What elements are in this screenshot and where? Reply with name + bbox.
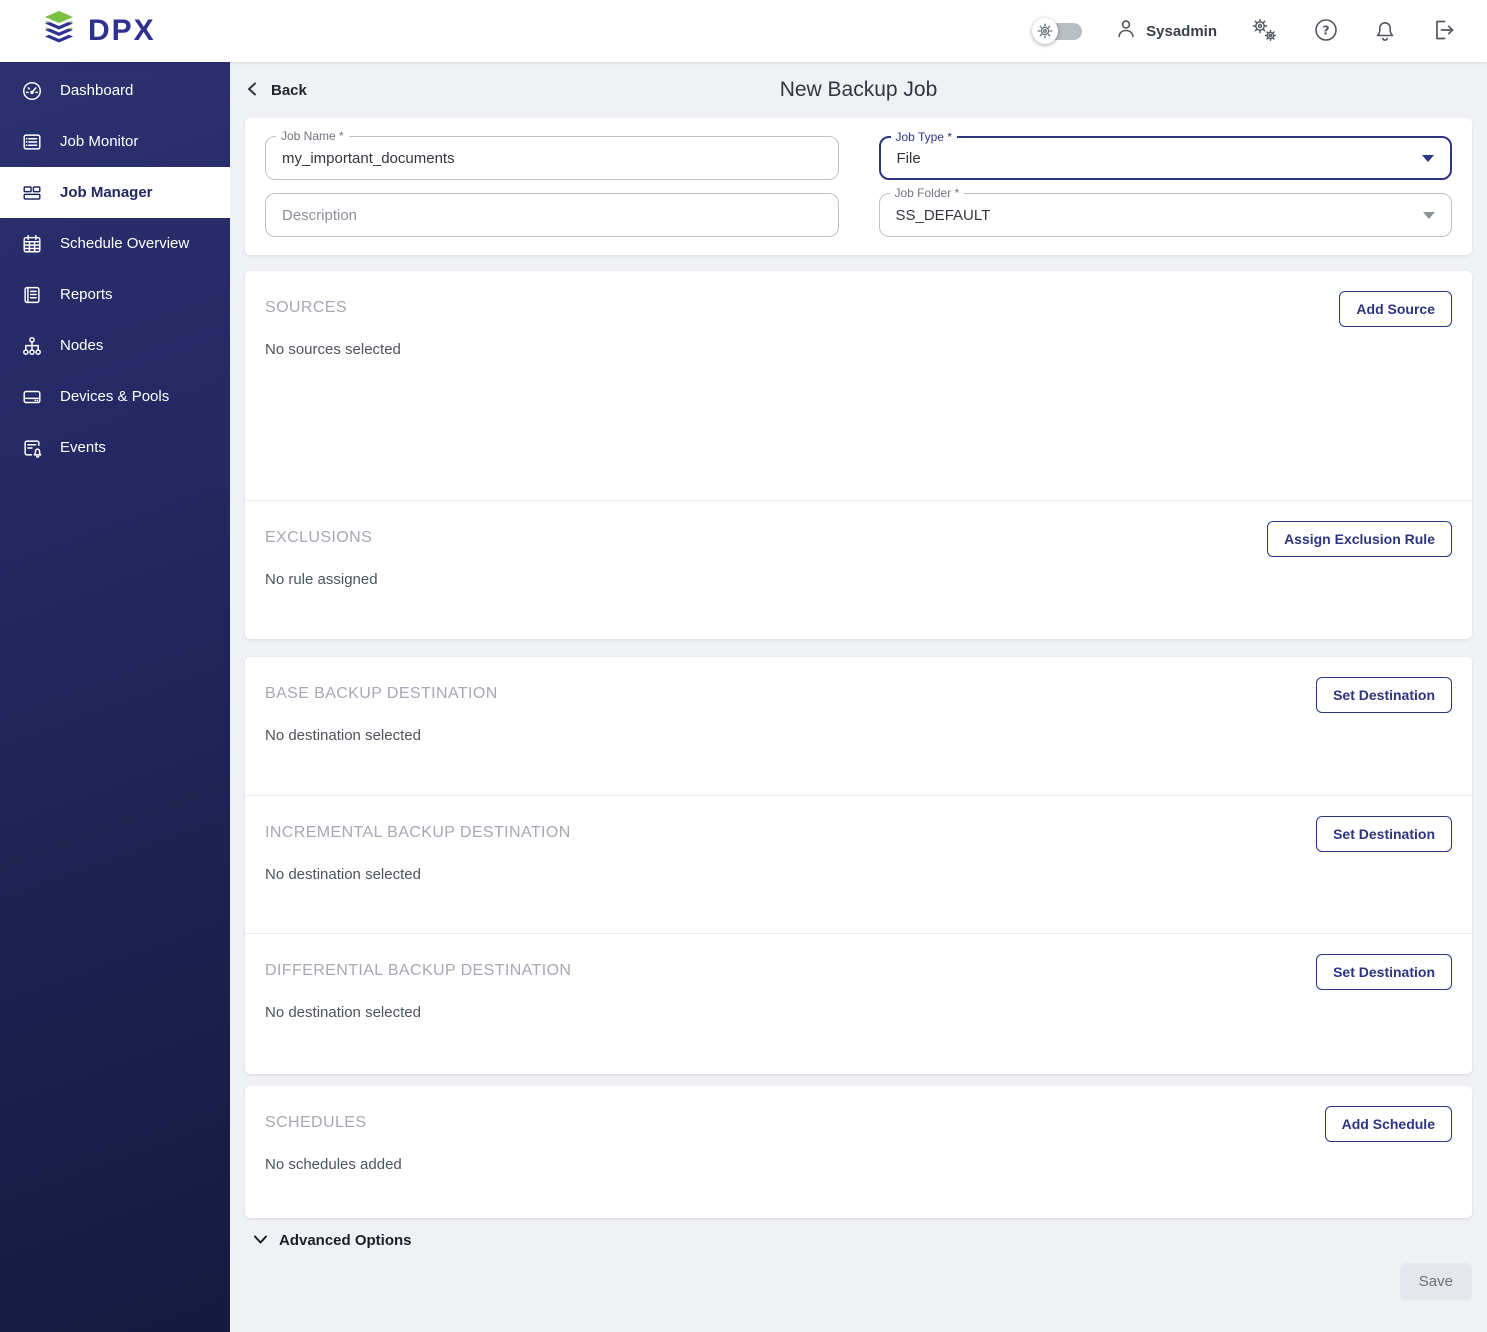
- set-differential-destination-button[interactable]: Set Destination: [1316, 954, 1452, 990]
- sidebar: Dashboard Job Monitor Job Manager Schedu…: [0, 62, 230, 1332]
- incremental-destination-title: INCREMENTAL BACKUP DESTINATION: [265, 824, 571, 841]
- sidebar-item-events[interactable]: Events: [0, 422, 230, 473]
- sidebar-item-label: Nodes: [60, 337, 104, 354]
- sidebar-item-nodes[interactable]: Nodes: [0, 320, 230, 371]
- job-details-card: Job Name * Job Type * File Job Folder * …: [245, 118, 1472, 255]
- user-menu[interactable]: Sysadmin: [1114, 17, 1217, 46]
- exclusions-empty-text: No rule assigned: [265, 571, 378, 588]
- differential-destination-empty-text: No destination selected: [265, 1004, 421, 1021]
- job-type-label: Job Type *: [890, 130, 957, 144]
- sidebar-item-label: Reports: [60, 286, 113, 303]
- sidebar-item-label: Devices & Pools: [60, 388, 170, 405]
- differential-destination-section: DIFFERENTIAL BACKUP DESTINATION Set Dest…: [245, 933, 1472, 1074]
- description-field[interactable]: [265, 193, 839, 237]
- brand-logo: DPX: [40, 9, 156, 54]
- sidebar-item-label: Events: [60, 439, 106, 456]
- help-icon: ?: [1313, 17, 1339, 46]
- differential-destination-title: DIFFERENTIAL BACKUP DESTINATION: [265, 962, 572, 979]
- logout-icon: [1431, 17, 1457, 46]
- settings-button[interactable]: [1247, 14, 1281, 49]
- add-schedule-button[interactable]: Add Schedule: [1324, 1106, 1452, 1142]
- sidebar-item-label: Dashboard: [60, 82, 134, 99]
- add-source-button[interactable]: Add Source: [1339, 291, 1452, 327]
- user-name: Sysadmin: [1146, 22, 1217, 40]
- gears-icon: [1249, 16, 1279, 47]
- sidebar-item-label: Job Manager: [60, 184, 153, 201]
- schedules-section: SCHEDULES Add Schedule No schedules adde…: [245, 1086, 1472, 1218]
- topbar-actions: Sysadmin ?: [1032, 14, 1459, 49]
- list-bell-icon: [21, 437, 43, 459]
- svg-text:?: ?: [1322, 22, 1329, 37]
- gauge-icon: [21, 80, 43, 102]
- base-destination-section: BASE BACKUP DESTINATION Set Destination …: [245, 657, 1472, 795]
- dpx-stack-icon: [40, 9, 78, 54]
- sidebar-nav: Dashboard Job Monitor Job Manager Schedu…: [0, 62, 230, 473]
- newspaper-icon: [21, 284, 43, 306]
- sidebar-item-schedule-overview[interactable]: Schedule Overview: [0, 218, 230, 269]
- job-folder-field[interactable]: Job Folder * SS_DEFAULT: [878, 186, 1452, 237]
- incremental-destination-section: INCREMENTAL BACKUP DESTINATION Set Desti…: [245, 795, 1472, 933]
- job-folder-label: Job Folder *: [889, 186, 965, 200]
- schedules-card: SCHEDULES Add Schedule No schedules adde…: [245, 1086, 1472, 1218]
- chevron-left-icon: [245, 81, 259, 100]
- notifications-button[interactable]: [1371, 15, 1399, 48]
- sources-section: SOURCES Add Source No sources selected: [245, 271, 1472, 500]
- assign-exclusion-rule-button[interactable]: Assign Exclusion Rule: [1267, 521, 1452, 557]
- list-panel-icon: [21, 131, 43, 153]
- page-title: New Backup Job: [779, 78, 938, 101]
- exclusions-title: EXCLUSIONS: [265, 529, 373, 546]
- back-button[interactable]: Back: [245, 81, 307, 100]
- job-name-label: Job Name *: [276, 129, 349, 143]
- chevron-down-icon: [253, 1233, 268, 1248]
- calendar-icon: [21, 233, 43, 255]
- user-icon: [1114, 17, 1138, 46]
- schedules-title: SCHEDULES: [265, 1114, 367, 1131]
- sources-exclusions-card: SOURCES Add Source No sources selected E…: [245, 271, 1472, 639]
- advanced-options-toggle[interactable]: Advanced Options: [253, 1232, 412, 1249]
- sidebar-item-dashboard[interactable]: Dashboard: [0, 65, 230, 116]
- base-destination-empty-text: No destination selected: [265, 727, 421, 744]
- sidebar-item-label: Schedule Overview: [60, 235, 190, 252]
- chevron-down-icon: [1423, 211, 1435, 219]
- harddrive-icon: [21, 386, 43, 408]
- sidebar-item-job-monitor[interactable]: Job Monitor: [0, 116, 230, 167]
- logout-button[interactable]: [1429, 15, 1459, 48]
- job-folder-value: SS_DEFAULT: [895, 206, 991, 224]
- bell-icon: [1373, 17, 1397, 46]
- destinations-card: BASE BACKUP DESTINATION Set Destination …: [245, 657, 1472, 1074]
- set-base-destination-button[interactable]: Set Destination: [1316, 677, 1452, 713]
- sidebar-item-label: Job Monitor: [60, 133, 139, 150]
- app-root: DPX Sysadmin ? Dashboard Job Monitor Job…: [0, 0, 1487, 1332]
- topbar: DPX Sysadmin ?: [0, 0, 1487, 62]
- sources-title: SOURCES: [265, 299, 347, 316]
- page-header: New Backup Job Back: [245, 62, 1472, 118]
- help-button[interactable]: ?: [1311, 15, 1341, 48]
- exclusions-section: EXCLUSIONS Assign Exclusion Rule No rule…: [245, 500, 1472, 639]
- job-type-field[interactable]: Job Type * File: [878, 130, 1452, 180]
- chevron-down-icon: [1422, 154, 1434, 162]
- incremental-destination-empty-text: No destination selected: [265, 866, 421, 883]
- set-incremental-destination-button[interactable]: Set Destination: [1316, 816, 1452, 852]
- sidebar-item-reports[interactable]: Reports: [0, 269, 230, 320]
- job-name-input[interactable]: [282, 149, 822, 167]
- hierarchy-icon: [21, 335, 43, 357]
- back-label: Back: [271, 81, 307, 99]
- job-type-value: File: [896, 149, 921, 167]
- footer-actions: Save: [245, 1263, 1472, 1300]
- description-input[interactable]: [282, 206, 822, 224]
- board-icon: [21, 182, 43, 204]
- sources-empty-text: No sources selected: [265, 341, 401, 358]
- advanced-options-label: Advanced Options: [279, 1232, 412, 1249]
- save-button[interactable]: Save: [1399, 1263, 1472, 1300]
- job-name-field[interactable]: Job Name *: [265, 129, 839, 180]
- schedules-empty-text: No schedules added: [265, 1156, 402, 1173]
- base-destination-title: BASE BACKUP DESTINATION: [265, 685, 498, 702]
- brand-name: DPX: [88, 14, 156, 47]
- sidebar-item-devices-pools[interactable]: Devices & Pools: [0, 371, 230, 422]
- theme-toggle[interactable]: [1032, 18, 1084, 44]
- sidebar-item-job-manager[interactable]: Job Manager: [0, 167, 230, 218]
- main-content: New Backup Job Back Job Name * Job Type …: [230, 62, 1487, 1332]
- gear-icon: [1032, 18, 1059, 44]
